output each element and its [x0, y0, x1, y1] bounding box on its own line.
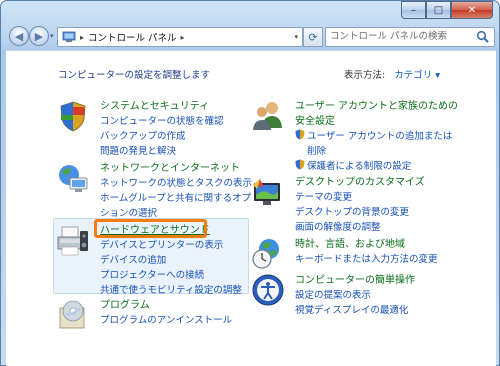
- breadcrumb-separator[interactable]: ▸: [80, 33, 84, 42]
- link-add-remove-accounts-label: ユーザー アカウントの追加または: [307, 131, 453, 142]
- link-change-keyboard[interactable]: キーボードまたは入力方法の変更: [295, 252, 438, 267]
- view-by-dropdown[interactable]: カテゴリ ▾: [394, 70, 440, 81]
- programs-disc-icon: [59, 300, 85, 329]
- link-screen-resolution[interactable]: 画面の解像度の調整: [295, 220, 425, 235]
- category-title-ease-of-access[interactable]: コンピューターの簡単操作: [295, 273, 415, 288]
- link-homegroup-sharing[interactable]: ホームグループと共有に関するオプ: [100, 191, 252, 206]
- control-panel-content: コンピューターの設定を調整します 表示方法: カテゴリ ▾ システムとセキュリテ…: [6, 50, 496, 366]
- window-controls: – □ ✕: [401, 1, 493, 19]
- link-parental-controls[interactable]: 保護者による制限の設定: [295, 159, 458, 174]
- breadcrumb-control-panel[interactable]: コントロール パネル: [88, 30, 177, 44]
- link-optimize-display[interactable]: 視覚ディスプレイの最適化: [295, 303, 415, 318]
- breadcrumb-separator[interactable]: ▸: [181, 33, 185, 42]
- link-devices-printers[interactable]: デバイスとプリンターの表示: [100, 238, 242, 253]
- view-by: 表示方法: カテゴリ ▾: [344, 67, 440, 81]
- user-accounts-icon: [253, 102, 282, 130]
- control-panel-icon: [62, 31, 76, 43]
- link-change-theme[interactable]: テーマの変更: [295, 190, 425, 205]
- explorer-window: – □ ✕ ◀ ▶ ▾ ▸ コントロール パネル ▸ ▾ ⟳ コントロール パネ…: [0, 0, 500, 366]
- link-mobility-settings[interactable]: 共通で使うモビリティ設定の調整: [100, 283, 242, 298]
- link-desktop-background[interactable]: デスクトップの背景の変更: [295, 205, 425, 220]
- desktop-customize-icon: [253, 179, 280, 205]
- forward-button[interactable]: ▶: [29, 26, 49, 46]
- maximize-button[interactable]: □: [426, 1, 451, 19]
- link-add-remove-accounts-cont[interactable]: 削除: [295, 144, 458, 159]
- link-uninstall-program[interactable]: プログラムのアンインストール: [100, 313, 232, 328]
- link-add-device[interactable]: デバイスの追加: [100, 253, 242, 268]
- address-dropdown[interactable]: ▾: [294, 33, 298, 41]
- link-recommended-settings[interactable]: 設定の提案の表示: [295, 288, 415, 303]
- link-troubleshoot[interactable]: 問題の発見と解決: [100, 144, 224, 159]
- category-title-system-security[interactable]: システムとセキュリティ: [100, 99, 224, 114]
- uac-shield-icon: [295, 129, 305, 140]
- category-title-clock-language[interactable]: 時計、言語、および地域: [295, 237, 438, 252]
- back-button[interactable]: ◀: [9, 26, 29, 46]
- search-input[interactable]: [330, 28, 470, 45]
- highlight-frame: [94, 219, 207, 238]
- search-icon[interactable]: [476, 30, 490, 44]
- close-button[interactable]: ✕: [451, 1, 493, 19]
- link-check-status[interactable]: コンピューターの状態を確認: [100, 114, 224, 129]
- title-bar: – □ ✕: [1, 1, 499, 25]
- ease-of-access-icon: [252, 274, 284, 306]
- link-connect-projector[interactable]: プロジェクターへの接続: [100, 268, 242, 283]
- shield-icon: [60, 101, 86, 132]
- category-title-user-accounts[interactable]: ユーザー アカウントと家族のための: [295, 99, 458, 114]
- link-create-backup[interactable]: バックアップの作成: [100, 129, 224, 144]
- refresh-button[interactable]: ⟳: [303, 27, 323, 47]
- link-add-remove-accounts[interactable]: ユーザー アカウントの追加または: [295, 129, 458, 144]
- printer-icon: [57, 226, 88, 256]
- address-bar[interactable]: ▸ コントロール パネル ▸ ▾: [57, 27, 303, 47]
- page-heading: コンピューターの設定を調整します: [58, 70, 211, 81]
- category-title-appearance[interactable]: デスクトップのカスタマイズ: [295, 175, 425, 190]
- search-box: [325, 27, 495, 47]
- network-globe-icon: [59, 165, 88, 192]
- navigation-bar: ◀ ▶ ▾ ▸ コントロール パネル ▸ ▾ ⟳: [5, 23, 495, 49]
- category-title-network-internet[interactable]: ネットワークとインターネット: [100, 161, 252, 176]
- minimize-button[interactable]: –: [401, 1, 426, 19]
- link-network-status[interactable]: ネットワークの状態とタスクの表示: [100, 176, 252, 191]
- recent-pages-dropdown[interactable]: ▾: [50, 32, 54, 40]
- uac-shield-icon: [295, 159, 305, 170]
- clock-globe-icon: [252, 239, 279, 269]
- link-parental-controls-label: 保護者による制限の設定: [307, 161, 412, 172]
- view-by-label: 表示方法:: [344, 70, 386, 81]
- category-title-programs[interactable]: プログラム: [100, 298, 232, 313]
- category-title-user-accounts-cont[interactable]: 安全設定: [295, 114, 458, 129]
